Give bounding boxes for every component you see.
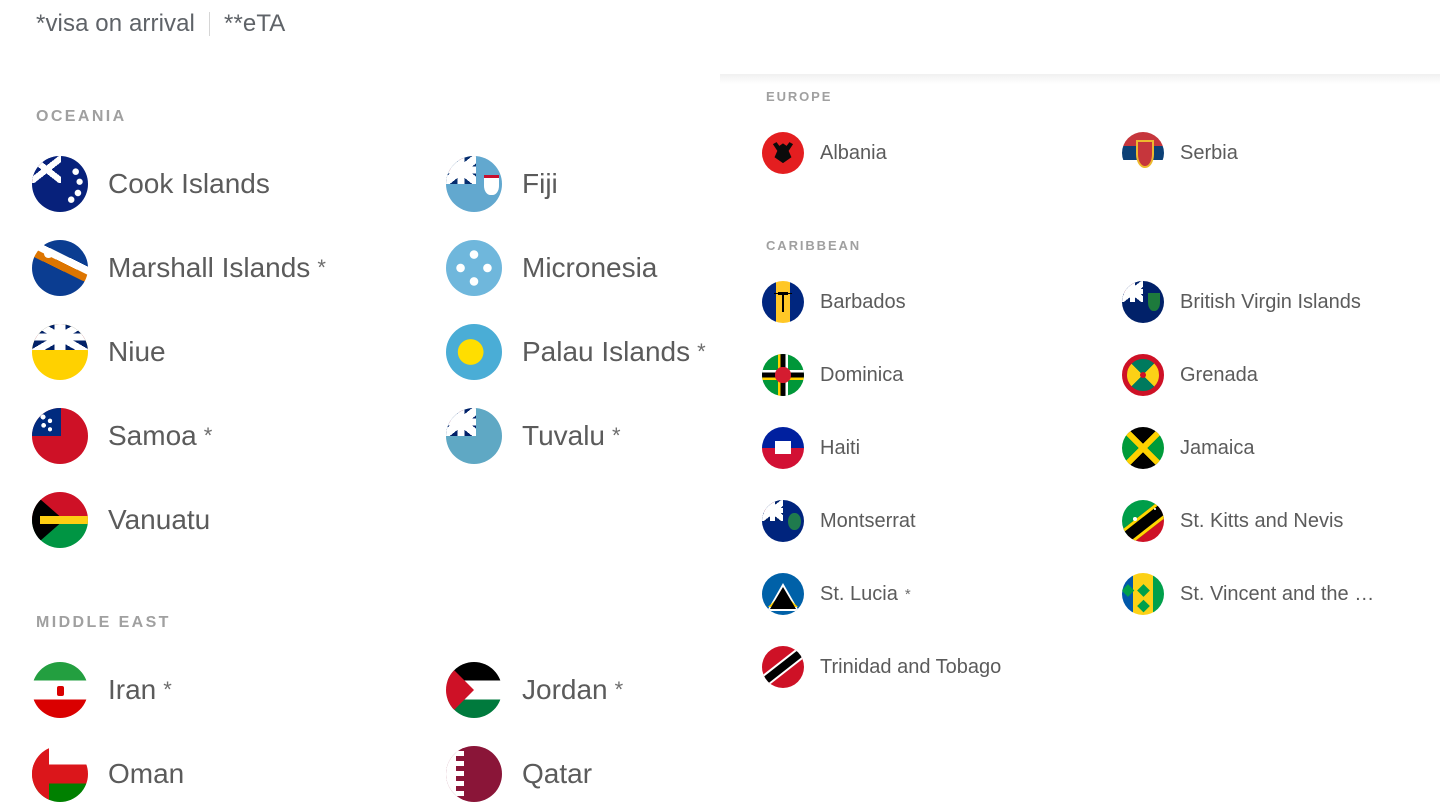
country-note: *	[697, 339, 706, 364]
country-row-vanuatu[interactable]: Vanuatu	[32, 492, 217, 548]
country-label: Iran	[108, 674, 157, 705]
country-label: Grenada	[1180, 363, 1258, 386]
country-label: Dominica	[820, 363, 904, 386]
flag-barbados-icon	[762, 281, 804, 323]
legend-visa-on-arrival: *visa on arrival	[36, 10, 195, 37]
country-label: Serbia	[1180, 141, 1238, 164]
st-lucia-gold-triangle	[768, 592, 798, 607]
country-label: St. Vincent and the …	[1180, 582, 1375, 605]
country-label: Barbados	[820, 290, 906, 313]
country-label: St. Lucia	[820, 582, 898, 605]
country-row-albania[interactable]: Albania	[762, 132, 894, 174]
country-note: *	[612, 423, 621, 448]
flag-oman-icon	[32, 746, 88, 802]
country-row-barbados[interactable]: Barbados	[762, 281, 913, 323]
section-header-caribbean: CARIBBEAN	[766, 238, 862, 253]
flag-st-lucia-icon	[762, 573, 804, 615]
country-label: Vanuatu	[108, 504, 211, 535]
country-row-montserrat[interactable]: Montserrat	[762, 500, 923, 542]
country-label: Marshall Islands	[108, 252, 311, 283]
flag-st-vincent-icon	[1122, 573, 1164, 615]
country-label: Fiji	[522, 168, 558, 199]
flag-haiti-icon	[762, 427, 804, 469]
flag-vanuatu-icon	[32, 492, 88, 548]
country-label: St. Kitts and Nevis	[1180, 509, 1344, 532]
flag-serbia-icon	[1122, 132, 1164, 174]
country-row-grenada[interactable]: Grenada	[1122, 354, 1265, 396]
country-row-dominica[interactable]: Dominica	[762, 354, 910, 396]
legend: *visa on arrival **eTA	[36, 10, 285, 38]
country-row-st-vincent[interactable]: St. Vincent and the …	[1122, 573, 1381, 615]
country-label: Albania	[820, 141, 887, 164]
flag-qatar-icon	[446, 746, 502, 802]
country-row-serbia[interactable]: Serbia	[1122, 132, 1245, 174]
country-note: *	[317, 255, 326, 280]
country-row-oman[interactable]: Oman	[32, 746, 191, 802]
country-row-jordan[interactable]: Jordan *	[446, 662, 623, 718]
flag-marshall-islands-icon	[32, 240, 88, 296]
flag-tuvalu-icon	[446, 408, 502, 464]
country-label: Jordan	[522, 674, 608, 705]
flag-jamaica-icon	[1122, 427, 1164, 469]
legend-eta: **eTA	[224, 10, 286, 37]
country-row-marshall-islands[interactable]: Marshall Islands *	[32, 240, 326, 296]
country-row-tuvalu[interactable]: Tuvalu *	[446, 408, 621, 464]
country-row-cook-islands[interactable]: Cook Islands	[32, 156, 277, 212]
flag-st-kitts-and-nevis-icon	[1122, 500, 1164, 542]
country-row-niue[interactable]: Niue	[32, 324, 173, 380]
section-header-europe: EUROPE	[766, 89, 833, 104]
country-row-haiti[interactable]: Haiti	[762, 427, 867, 469]
flag-jordan-icon	[446, 662, 502, 718]
country-label: Jamaica	[1180, 436, 1255, 459]
country-label: Micronesia	[522, 252, 658, 283]
flag-micronesia-icon	[446, 240, 502, 296]
country-row-palau-islands[interactable]: Palau Islands *	[446, 324, 706, 380]
country-row-qatar[interactable]: Qatar	[446, 746, 599, 802]
flag-albania-icon	[762, 132, 804, 174]
section-header-middle-east: MIDDLE EAST	[36, 614, 171, 631]
country-label: Haiti	[820, 436, 861, 459]
country-label: British Virgin Islands	[1180, 290, 1361, 313]
flag-palau-icon	[446, 324, 502, 380]
country-label: Niue	[108, 336, 166, 367]
flag-samoa-icon	[32, 408, 88, 464]
country-label: Qatar	[522, 758, 593, 789]
country-note: *	[904, 585, 911, 603]
country-label: Palau Islands	[522, 336, 691, 367]
country-row-st-lucia[interactable]: St. Lucia *	[762, 573, 911, 615]
country-row-st-kitts-and-nevis[interactable]: St. Kitts and Nevis	[1122, 500, 1350, 542]
flag-grenada-icon	[1122, 354, 1164, 396]
flag-british-virgin-islands-icon	[1122, 281, 1164, 323]
flag-niue-icon	[32, 324, 88, 380]
country-row-micronesia[interactable]: Micronesia	[446, 240, 664, 296]
country-note: *	[163, 677, 172, 702]
flag-montserrat-icon	[762, 500, 804, 542]
country-row-iran[interactable]: Iran *	[32, 662, 172, 718]
flag-trinidad-and-tobago-icon	[762, 646, 804, 688]
country-row-fiji[interactable]: Fiji	[446, 156, 565, 212]
country-label: Samoa	[108, 420, 197, 451]
country-row-samoa[interactable]: Samoa *	[32, 408, 212, 464]
flag-dominica-icon	[762, 354, 804, 396]
country-label: Oman	[108, 758, 185, 789]
country-row-trinidad-and-tobago[interactable]: Trinidad and Tobago	[762, 646, 1008, 688]
country-label: Trinidad and Tobago	[820, 655, 1002, 678]
left-panel: OCEANIA Cook Islands Fiji Marshall Islan…	[0, 56, 720, 811]
country-row-jamaica[interactable]: Jamaica	[1122, 427, 1261, 469]
country-row-british-virgin-islands[interactable]: British Virgin Islands	[1122, 281, 1368, 323]
right-panel: EUROPE Albania Serbia CARIBBEAN Barbados	[720, 74, 1440, 811]
country-note: *	[203, 423, 213, 448]
legend-divider	[209, 12, 210, 36]
flag-iran-icon	[32, 662, 88, 718]
country-label: Tuvalu	[522, 420, 606, 451]
section-header-oceania: OCEANIA	[36, 108, 127, 125]
flag-cook-islands-icon	[32, 156, 88, 212]
country-note: *	[614, 677, 624, 702]
flag-fiji-icon	[446, 156, 502, 212]
country-label: Cook Islands	[108, 168, 270, 199]
visa-country-list-page: *visa on arrival **eTA OCEANIA Cook Isla…	[0, 0, 1440, 811]
country-label: Montserrat	[820, 509, 916, 532]
